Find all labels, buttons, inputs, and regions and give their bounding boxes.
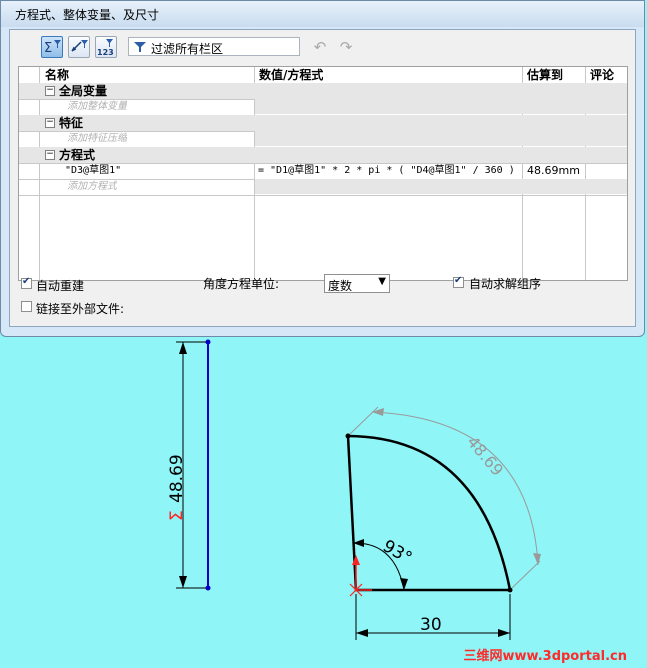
equations-dialog: 方程式、整体变量、及尺寸 Σ 123 过滤所有栏区 ↶ ↷ 名称 数值/方程式 … bbox=[0, 0, 645, 337]
angle-dimension-label: 93° bbox=[379, 536, 415, 568]
undo-icon: ↶ bbox=[313, 38, 327, 56]
section-label: 方程式 bbox=[59, 148, 96, 162]
dimension-view-icon bbox=[71, 40, 88, 52]
auto-rebuild-label: 自动重建 bbox=[36, 279, 85, 293]
column-header-evaluates[interactable]: 估算到 bbox=[527, 67, 563, 83]
arc-dimension[interactable]: 48.69 bbox=[463, 432, 507, 479]
collapse-icon[interactable]: − bbox=[45, 118, 55, 128]
dimension-view-button[interactable] bbox=[68, 36, 90, 58]
dialog-body: Σ 123 过滤所有栏区 ↶ ↷ 名称 数值/方程式 估算到 评论 − 全局变量… bbox=[9, 29, 636, 327]
arrow-head bbox=[400, 578, 408, 590]
arc-dimension-label: 48.69 bbox=[463, 432, 507, 479]
add-placeholder[interactable]: 添加方程式 bbox=[67, 179, 117, 195]
add-placeholder[interactable]: 添加特征压缩 bbox=[67, 131, 127, 147]
sector-vertex[interactable] bbox=[345, 433, 351, 439]
equation-sigma-icon: Σ bbox=[167, 510, 187, 521]
auto-solve-label: 自动求解组序 bbox=[469, 277, 542, 291]
angle-unit-select[interactable]: 度数 ▼ bbox=[324, 274, 390, 293]
extension-line bbox=[511, 560, 541, 589]
ordered-123-icon: 123 bbox=[97, 39, 114, 57]
collapse-icon[interactable]: − bbox=[45, 150, 55, 160]
angle-dimension[interactable]: 93° bbox=[379, 536, 415, 568]
sigma-filter-icon: Σ bbox=[44, 40, 61, 56]
section-features[interactable]: − 特征 bbox=[19, 115, 627, 132]
link-external-label: 链接至外部文件: bbox=[36, 302, 125, 316]
extension-line bbox=[349, 406, 379, 435]
undo-button[interactable]: ↶ bbox=[310, 37, 330, 57]
add-feature-row[interactable]: 添加特征压缩 bbox=[19, 131, 627, 148]
filter-funnel-icon bbox=[134, 42, 146, 52]
disabled-cells bbox=[255, 99, 627, 114]
svg-text:Σ: Σ bbox=[44, 41, 52, 56]
collapse-icon[interactable]: − bbox=[45, 86, 55, 96]
section-label: 全局变量 bbox=[59, 84, 108, 98]
equation-view-button[interactable]: Σ bbox=[41, 36, 63, 58]
base-dimension-label[interactable]: 30 bbox=[420, 615, 442, 635]
disabled-cells bbox=[255, 179, 627, 194]
vertical-dimension[interactable]: Σ 48.69 bbox=[167, 454, 187, 521]
equation-row[interactable]: "D3@草图1" = "D1@草图1" * 2 * pi * ( "D4@草图1… bbox=[19, 163, 627, 180]
equation-name[interactable]: "D3@草图1" bbox=[65, 163, 121, 179]
add-global-variable-row[interactable]: 添加整体变量 bbox=[19, 99, 627, 116]
section-global-variables[interactable]: − 全局变量 bbox=[19, 83, 627, 100]
arrow-head bbox=[356, 629, 368, 637]
disabled-cells bbox=[255, 131, 627, 146]
angle-unit-label: 角度方程单位: bbox=[203, 277, 280, 291]
sector-vertex[interactable] bbox=[507, 587, 513, 593]
sketch-canvas: Σ 48.69 48.69 93° 30 bbox=[167, 339, 541, 640]
arrow-head bbox=[179, 342, 187, 354]
chevron-down-icon: ▼ bbox=[378, 276, 386, 287]
arrow-head bbox=[179, 576, 187, 588]
add-placeholder[interactable]: 添加整体变量 bbox=[67, 99, 127, 115]
auto-rebuild-checkbox[interactable] bbox=[21, 276, 32, 289]
section-equations[interactable]: − 方程式 bbox=[19, 147, 627, 164]
watermark: 三维网www.3dportal.cn bbox=[463, 649, 627, 664]
table-header: 名称 数值/方程式 估算到 评论 bbox=[19, 67, 627, 84]
section-label: 特征 bbox=[59, 116, 84, 130]
column-header-comment[interactable]: 评论 bbox=[590, 67, 614, 83]
equations-table: 名称 数值/方程式 估算到 评论 − 全局变量 添加整体变量 − 特征 添加特征… bbox=[18, 66, 628, 281]
column-header-value[interactable]: 数值/方程式 bbox=[259, 67, 323, 83]
dialog-titlebar[interactable]: 方程式、整体变量、及尺寸 bbox=[1, 1, 644, 27]
equation-result: 48.69mm bbox=[527, 164, 580, 177]
angle-unit-value: 度数 bbox=[328, 279, 353, 293]
arrow-head bbox=[372, 408, 384, 416]
filter-input[interactable]: 过滤所有栏区 bbox=[128, 37, 300, 56]
redo-icon: ↷ bbox=[339, 38, 353, 56]
vertical-dimension-label: 48.69 bbox=[167, 454, 187, 503]
line-endpoint[interactable] bbox=[205, 585, 211, 591]
svg-text:123: 123 bbox=[97, 48, 114, 57]
filter-text: 过滤所有栏区 bbox=[151, 42, 224, 56]
arrow-head bbox=[498, 629, 510, 637]
column-header-name[interactable]: 名称 bbox=[45, 67, 69, 83]
add-equation-row[interactable]: 添加方程式 bbox=[19, 179, 627, 196]
line-endpoint[interactable] bbox=[205, 339, 211, 345]
ordered-view-button[interactable]: 123 bbox=[95, 36, 117, 58]
redo-button[interactable]: ↷ bbox=[336, 37, 356, 57]
dialog-title: 方程式、整体变量、及尺寸 bbox=[15, 8, 160, 22]
link-external-checkbox[interactable] bbox=[21, 301, 32, 312]
equation-value[interactable]: = "D1@草图1" * 2 * pi * ( "D4@草图1" / 360 ) bbox=[258, 163, 515, 179]
auto-solve-checkbox[interactable] bbox=[453, 275, 464, 288]
